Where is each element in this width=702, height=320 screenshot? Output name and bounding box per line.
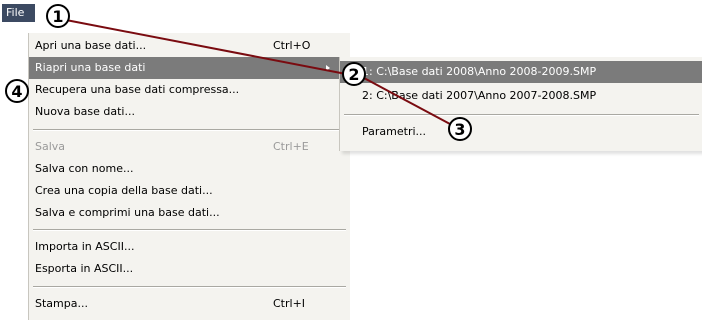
- recent-file-label: 2: C:\Base dati 2007\Anno 2007-2008.SMP: [362, 89, 597, 102]
- callout-number: 4: [11, 82, 22, 101]
- menu-separator: [344, 114, 699, 116]
- menu-item-esporta[interactable]: Esporta in ASCII...: [29, 258, 350, 280]
- menu-bar: File: [0, 0, 70, 26]
- menu-separator: [33, 229, 346, 231]
- menu-item-label: Importa in ASCII...: [35, 240, 135, 253]
- menu-item-crea-copia[interactable]: Crea una copia della base dati...: [29, 180, 350, 202]
- menu-item-recupera[interactable]: Recupera una base dati compressa...: [29, 79, 350, 101]
- menu-item-stampa[interactable]: Stampa... Ctrl+I: [29, 293, 350, 315]
- menu-item-nuova[interactable]: Nuova base dati...: [29, 101, 350, 123]
- menu-item-salva-comprimi[interactable]: Salva e comprimi una base dati...: [29, 202, 350, 224]
- menu-item-label: Salva e comprimi una base dati...: [35, 206, 220, 219]
- menu-item-label: Apri una base dati...: [35, 39, 147, 52]
- menu-item-label: Salva con nome...: [35, 162, 134, 175]
- shortcut-label: Ctrl+I: [273, 297, 306, 310]
- menu-item-label: Recupera una base dati compressa...: [35, 83, 240, 96]
- menu-item-label: Riapri una base dati: [35, 61, 146, 74]
- menu-item-label: Salva: [35, 140, 66, 153]
- menu-item-salva-con-nome[interactable]: Salva con nome...: [29, 158, 350, 180]
- menu-separator: [33, 286, 346, 288]
- submenu-arrow-icon: [326, 65, 330, 71]
- menu-item-apri[interactable]: Apri una base dati... Ctrl+O: [29, 35, 350, 57]
- menu-item-label: Nuova base dati...: [35, 105, 135, 118]
- callout-marker-4: 4: [5, 79, 29, 103]
- file-menu: Apri una base dati... Ctrl+O Riapri una …: [28, 33, 350, 320]
- menu-item-label: Esporta in ASCII...: [35, 262, 134, 275]
- shortcut-label: Ctrl+O: [273, 39, 311, 52]
- menu-item-parametri[interactable]: Parametri...: [340, 121, 702, 143]
- menu-item-label: Parametri...: [362, 125, 427, 138]
- recent-file-1[interactable]: 1: C:\Base dati 2008\Anno 2008-2009.SMP: [340, 61, 702, 83]
- recent-file-label: 1: C:\Base dati 2008\Anno 2008-2009.SMP: [362, 65, 597, 78]
- menu-item-salva: Salva Ctrl+E: [29, 136, 350, 158]
- menu-item-label: Stampa...: [35, 297, 88, 310]
- menu-item-label: Crea una copia della base dati...: [35, 184, 213, 197]
- menu-separator: [33, 129, 346, 131]
- menu-file[interactable]: File: [2, 4, 35, 22]
- menu-item-riapri[interactable]: Riapri una base dati: [29, 57, 350, 79]
- recent-file-2[interactable]: 2: C:\Base dati 2007\Anno 2007-2008.SMP: [340, 85, 702, 107]
- shortcut-label: Ctrl+E: [273, 140, 309, 153]
- menu-item-importa[interactable]: Importa in ASCII...: [29, 236, 350, 258]
- recent-files-submenu: 1: C:\Base dati 2008\Anno 2008-2009.SMP …: [339, 57, 702, 151]
